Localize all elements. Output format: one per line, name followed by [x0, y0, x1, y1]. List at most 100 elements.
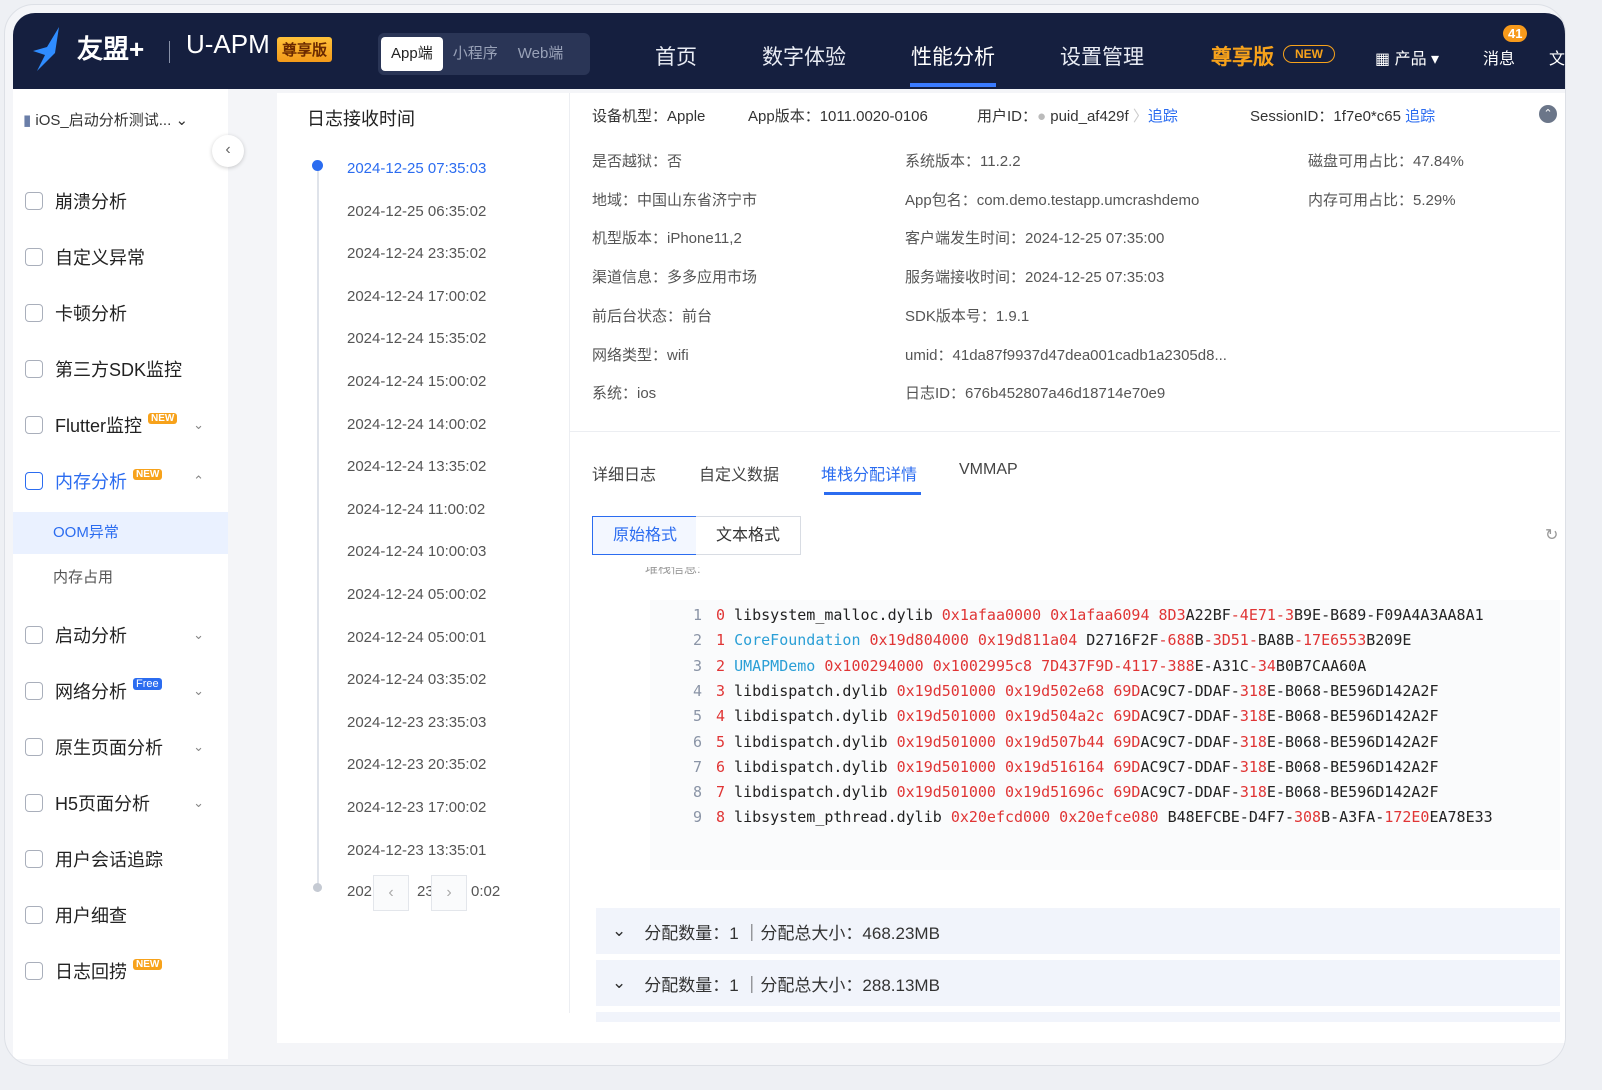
track-session-link[interactable]: 追踪: [1405, 108, 1435, 125]
timeline-line: [317, 170, 319, 892]
session-icon: [25, 850, 43, 868]
timeline-item[interactable]: 2024-12-23 20:35:02: [347, 756, 486, 773]
platform-app[interactable]: App端: [381, 37, 443, 71]
timeline-item[interactable]: 2024-12-24 10:00:03: [347, 543, 486, 560]
sidebar-item-network[interactable]: 网络分析 Free ⌄: [13, 669, 228, 713]
sidebar-item-custom-exception[interactable]: 自定义异常: [13, 235, 228, 279]
timeline-item[interactable]: 2024-12-24 05:00:01: [347, 629, 486, 646]
code-token: AC9C7-DDAF-: [1140, 681, 1240, 700]
code-token: -4E71-3: [1230, 606, 1294, 624]
messages-button[interactable]: 消息: [1483, 45, 1515, 69]
sidebar-item-h5-page[interactable]: H5页面分析 ⌄: [13, 781, 228, 825]
timeline-item[interactable]: 2024-12-24 03:35:02: [347, 671, 486, 688]
code-line: 65 libdispatch.dylib 0x19d501000 0x19d50…: [650, 733, 1439, 751]
sidebar-item-launch[interactable]: 启动分析 ⌄: [13, 613, 228, 657]
sidebar-item-user-lookup[interactable]: 用户细查: [13, 893, 228, 937]
timeline-item[interactable]: 2024-12-24 05:00:02: [347, 586, 486, 603]
timeline-item[interactable]: 2024-12-24 23:35:02: [347, 245, 486, 262]
sidebar-sub-memory-usage[interactable]: 内存占用: [13, 557, 228, 599]
line-number: 6: [692, 732, 702, 751]
timeline-item[interactable]: 2024-12-25 07:35:03: [347, 160, 486, 177]
sidebar-item-lag[interactable]: 卡顿分析: [13, 291, 228, 335]
info-field: SDK版本号：1.9.1: [905, 307, 1030, 325]
sidebar-item-crash[interactable]: 崩溃分析: [13, 179, 228, 223]
line-number: 7: [692, 757, 702, 776]
timeline-item[interactable]: 2024-12-24 13:35:02: [347, 458, 486, 475]
timeline-dot-active: [312, 160, 323, 171]
code-token: -17E6553: [1294, 631, 1367, 650]
info-field: 是否越狱：否: [592, 153, 683, 170]
timeline-item[interactable]: 2024-12-24 17:00:02: [347, 288, 486, 305]
code-token: 308: [1294, 808, 1322, 827]
info-field: 服务端接收时间：2024-12-25 07:35:03: [905, 269, 1165, 287]
platform-web[interactable]: Web端: [508, 37, 574, 71]
tab-custom-data[interactable]: 自定义数据: [699, 461, 779, 485]
label: 第三方SDK监控: [55, 360, 183, 380]
prev-page-button[interactable]: ‹: [373, 875, 409, 911]
chevron-down-icon: ⌄: [171, 112, 189, 129]
code-token: CoreFoundation: [734, 631, 870, 650]
code-token: E-B068-BE596D142A2F: [1266, 757, 1439, 776]
track-user-link[interactable]: 追踪: [1148, 108, 1178, 125]
sidebar-sub-oom[interactable]: OOM异常: [13, 512, 228, 554]
premium-link[interactable]: 尊享版: [1211, 41, 1274, 71]
collapse-sidebar-button[interactable]: ‹: [212, 135, 244, 167]
allocation-group[interactable]: ⌄ 分配数量：1 ｜分配总大小：288.13MB: [596, 960, 1560, 1006]
code-token: libdispatch.dylib: [725, 707, 897, 726]
code-token: 0x100294000 0x1002995c8 7D437F9D-4117-38…: [824, 656, 1195, 675]
sidebar-item-session[interactable]: 用户会话追踪: [13, 837, 228, 881]
nav-settings[interactable]: 设置管理: [1060, 41, 1144, 71]
tab-detail-log[interactable]: 详细日志: [592, 461, 656, 485]
nav-digital-experience[interactable]: 数字体验: [762, 41, 846, 71]
timeline-item[interactable]: 2024-12-25 06:35:02: [347, 203, 486, 220]
text-format-button[interactable]: 文本格式: [696, 516, 802, 555]
nav-performance[interactable]: 性能分析: [911, 41, 995, 71]
code-token: 3: [716, 681, 726, 700]
label: 卡顿分析: [55, 304, 127, 324]
timeline-item[interactable]: 2024-12-23 13:35:01: [347, 842, 486, 859]
code-token: B9E-B689-F09A4A3AA8A1: [1294, 606, 1484, 624]
platform-miniprogram[interactable]: 小程序: [443, 37, 508, 71]
raw-format-button[interactable]: 原始格式: [592, 516, 699, 555]
nav-home[interactable]: 首页: [655, 41, 697, 71]
timeline-item[interactable]: 2024-12-24 14:00:02: [347, 416, 486, 433]
sidebar-item-sdk[interactable]: 第三方SDK监控: [13, 347, 228, 391]
products-menu[interactable]: ▦ 产品 ▾: [1375, 45, 1439, 69]
info-field: 地域：中国山东省济宁市: [592, 191, 758, 209]
timeline-item-partial[interactable]: 202: [347, 883, 372, 900]
stack-label: 堆栈信息:: [645, 567, 701, 576]
tab-vmmap[interactable]: VMMAP: [959, 461, 1018, 479]
app-window: 友盟+ U-APM 尊享版 App端 小程序 Web端 首页 数字体验 性能分析…: [4, 4, 1566, 1066]
h5-icon: [25, 794, 43, 812]
code-token: 318: [1239, 732, 1267, 751]
sidebar-item-log-retrieval[interactable]: 日志回捞 NEW: [13, 949, 228, 993]
label: H5页面分析: [55, 794, 151, 814]
timeline-item[interactable]: 2024-12-24 11:00:02: [347, 501, 485, 518]
timeline-item[interactable]: 2024-12-23 23:35:03: [347, 714, 486, 731]
page-icon: [25, 738, 43, 756]
next-page-button[interactable]: ›: [431, 875, 467, 911]
sidebar-item-native-page[interactable]: 原生页面分析 ⌄: [13, 725, 228, 769]
code-token: libdispatch.dylib: [725, 732, 897, 751]
label: 用户细查: [55, 906, 127, 926]
line-number: 9: [692, 808, 702, 827]
sidebar-item-memory[interactable]: 内存分析 NEW ⌃: [13, 459, 228, 503]
allocation-group[interactable]: ⌄ 分配数量：1 ｜分配总大小：468.23MB: [596, 908, 1560, 954]
timeline-item[interactable]: 2024-12-23 17:00:02: [347, 799, 486, 816]
docs-link[interactable]: 文: [1549, 45, 1565, 69]
line-number: 2: [692, 631, 702, 650]
allocation-group[interactable]: [596, 1012, 1560, 1022]
info-field: 网络类型：wifi: [592, 346, 689, 364]
refresh-icon[interactable]: ↻: [1545, 525, 1558, 545]
app-selector[interactable]: ▮ iOS_启动分析测试... ⌄: [23, 109, 188, 130]
code-token: AC9C7-DDAF-: [1140, 732, 1240, 751]
chevron-down-icon: ⌄: [193, 417, 204, 432]
timeline-item[interactable]: 2024-12-24 15:00:02: [347, 373, 486, 390]
sidebar-item-flutter[interactable]: Flutter监控 NEW ⌄: [13, 403, 228, 447]
collapse-up-icon[interactable]: ⌃: [1539, 105, 1557, 123]
timeline-item[interactable]: 2024-12-24 15:35:02: [347, 330, 486, 347]
tab-stack-allocation[interactable]: 堆栈分配详情: [821, 461, 917, 485]
code-token: 172E0: [1384, 808, 1430, 827]
code-token: 2: [716, 656, 735, 675]
code-token: 0x1afaa0000 0x1afaa6094 8D3: [941, 606, 1186, 624]
